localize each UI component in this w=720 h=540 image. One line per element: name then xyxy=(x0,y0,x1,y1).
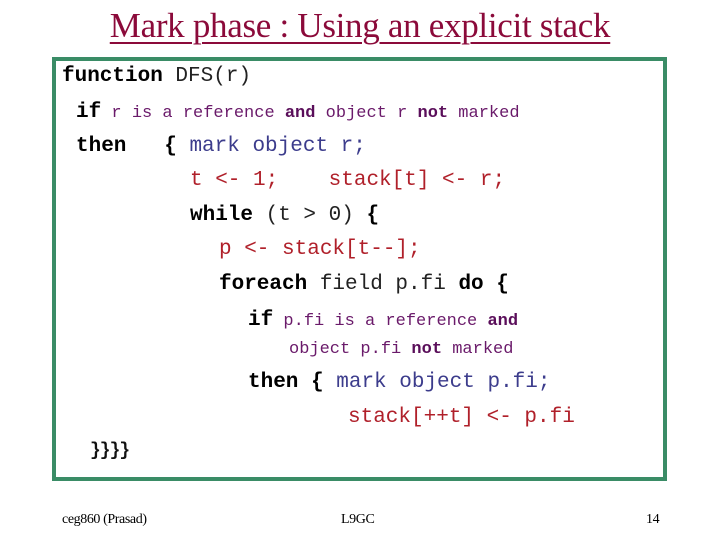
footer-lecture: L9GC xyxy=(341,512,375,527)
code-line-foreach: foreach field p.fi do { xyxy=(219,273,509,296)
code-line-push: stack[++t] <- p.fi xyxy=(348,406,575,429)
code-line-if: if r is a reference and object r not mar… xyxy=(76,101,520,124)
code-line-pop: p <- stack[t--]; xyxy=(219,238,421,261)
code-line-while: while (t > 0) { xyxy=(190,204,379,227)
condition-text: marked xyxy=(448,104,520,123)
code-line-then: then { mark object r; xyxy=(76,135,366,158)
keyword-function: function xyxy=(62,65,163,88)
condition-text: r is a reference xyxy=(101,104,285,123)
keyword-while: while xyxy=(190,204,254,227)
keyword-if: if xyxy=(76,101,102,124)
mark-statement: mark object p.fi; xyxy=(323,371,551,394)
footer-page-number: 14 xyxy=(646,512,660,527)
open-brace: { xyxy=(164,135,177,158)
open-brace: { xyxy=(298,371,324,394)
condition-text: p.fi is a reference xyxy=(273,312,488,331)
while-condition: (t > 0) xyxy=(253,204,367,227)
keyword-then: then xyxy=(76,135,127,158)
init-t: t <- 1; xyxy=(190,169,279,192)
condition-text: object r xyxy=(315,104,418,123)
keyword-not: not xyxy=(417,104,449,123)
keyword-and: and xyxy=(284,104,316,123)
code-line-function: function DFS(r) xyxy=(62,65,251,88)
push-root: stack[t] <- r; xyxy=(328,169,506,192)
slide-title: Mark phase : Using an explicit stack xyxy=(109,6,611,45)
code-line-close: }}}} xyxy=(90,441,130,461)
open-brace: { xyxy=(483,273,509,296)
keyword-foreach: foreach xyxy=(219,273,308,296)
keyword-do: do xyxy=(458,273,484,296)
code-line-inner-if-cont: object p.fi not marked xyxy=(289,340,513,359)
mark-statement: mark object r; xyxy=(176,135,366,158)
pop-statement: p <- stack[t--]; xyxy=(219,238,421,261)
keyword-not: not xyxy=(411,340,443,359)
condition-text: object p.fi xyxy=(289,340,412,359)
keyword-if: if xyxy=(248,309,274,332)
keyword-then: then xyxy=(248,371,299,394)
code-line-inner-if: if p.fi is a reference and xyxy=(248,309,518,332)
closing-braces: }}}} xyxy=(90,441,130,461)
open-brace: { xyxy=(366,204,380,227)
code-line-inner-then: then { mark object p.fi; xyxy=(248,371,550,394)
code-line-init: t <- 1; stack[t] <- r; xyxy=(190,169,505,192)
keyword-and: and xyxy=(487,312,519,331)
footer-course: ceg860 (Prasad) xyxy=(62,512,147,527)
condition-text: marked xyxy=(442,340,514,359)
push-statement: stack[++t] <- p.fi xyxy=(348,406,575,429)
function-signature: DFS(r) xyxy=(162,65,252,88)
foreach-target: field p.fi xyxy=(307,273,459,296)
